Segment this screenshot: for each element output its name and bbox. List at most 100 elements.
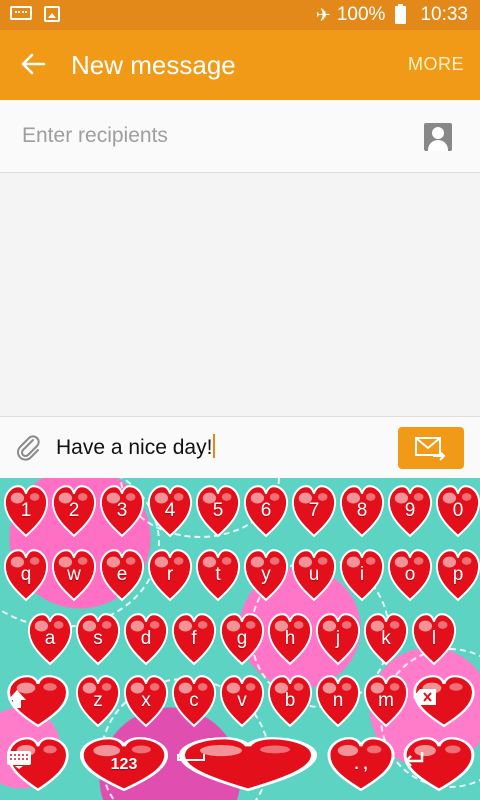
- airplane-mode-icon: ✈: [315, 4, 331, 25]
- key-label: z: [93, 690, 103, 711]
- key-label: k: [381, 628, 391, 649]
- key-label: 1: [20, 500, 32, 521]
- key-t[interactable]: t: [195, 548, 241, 602]
- key-label: 9: [404, 500, 416, 521]
- text-cursor: [213, 434, 216, 458]
- key-8[interactable]: 8: [339, 484, 385, 538]
- key-label: 7: [308, 500, 320, 521]
- key-9[interactable]: 9: [387, 484, 433, 538]
- space-key[interactable]: [176, 736, 320, 792]
- key-label: d: [140, 628, 152, 649]
- key-0[interactable]: 0: [435, 484, 480, 538]
- key-f[interactable]: f: [171, 612, 217, 666]
- key-4[interactable]: 4: [147, 484, 193, 538]
- key-label: h: [284, 628, 296, 649]
- back-arrow-icon[interactable]: [20, 51, 46, 77]
- key-label: 6: [260, 500, 272, 521]
- enter-key[interactable]: [402, 736, 476, 792]
- key-g[interactable]: g: [219, 612, 265, 666]
- key-b[interactable]: b: [267, 674, 313, 728]
- more-button[interactable]: MORE: [408, 54, 464, 75]
- key-label: 3: [116, 500, 128, 521]
- key-q[interactable]: q: [3, 548, 49, 602]
- key-label: f: [191, 628, 197, 649]
- key-6[interactable]: 6: [243, 484, 289, 538]
- keyboard-settings-key[interactable]: [6, 736, 70, 792]
- punctuation-key[interactable]: . ,: [326, 736, 396, 792]
- image-icon: [44, 6, 60, 22]
- key-1[interactable]: 1: [3, 484, 49, 538]
- shift-icon: [8, 690, 26, 708]
- key-label: . ,: [354, 756, 368, 773]
- backspace-icon: [413, 689, 436, 705]
- backspace-key[interactable]: [412, 674, 476, 728]
- key-e[interactable]: e: [99, 548, 145, 602]
- key-7[interactable]: 7: [291, 484, 337, 538]
- symbols-key[interactable]: 123: [78, 736, 170, 792]
- message-input[interactable]: Have a nice day!: [56, 434, 216, 460]
- key-label: 5: [212, 500, 224, 521]
- key-r[interactable]: r: [147, 548, 193, 602]
- key-n[interactable]: n: [315, 674, 361, 728]
- contact-picker-icon[interactable]: [424, 123, 452, 151]
- key-k[interactable]: k: [363, 612, 409, 666]
- send-icon: [415, 437, 446, 461]
- key-label: u: [308, 564, 320, 585]
- key-a[interactable]: a: [27, 612, 73, 666]
- key-d[interactable]: d: [123, 612, 169, 666]
- key-l[interactable]: l: [411, 612, 457, 666]
- key-label: t: [215, 564, 221, 585]
- key-p[interactable]: p: [435, 548, 480, 602]
- key-label: g: [236, 628, 248, 649]
- key-label: c: [189, 690, 199, 711]
- key-label: s: [93, 628, 103, 649]
- key-5[interactable]: 5: [195, 484, 241, 538]
- key-x[interactable]: x: [123, 674, 169, 728]
- heart-keyboard: 1 2 3 4 5 6 7 8 9 0 q w e r t y u i o p a s d f g h j k l z x c v b n m 123.…: [0, 478, 480, 800]
- message-text: Have a nice day!: [56, 436, 213, 459]
- send-button[interactable]: [398, 427, 464, 469]
- key-label: 123: [110, 756, 138, 773]
- key-label: a: [44, 628, 56, 649]
- key-label: y: [261, 564, 271, 585]
- key-z[interactable]: z: [75, 674, 121, 728]
- key-s[interactable]: s: [75, 612, 121, 666]
- key-label: 4: [164, 500, 176, 521]
- message-thread-area: [0, 174, 480, 416]
- key-h[interactable]: h: [267, 612, 313, 666]
- key-y[interactable]: y: [243, 548, 289, 602]
- status-bar: ✈ 100% 10:33: [0, 0, 480, 30]
- key-c[interactable]: c: [171, 674, 217, 728]
- key-label: m: [378, 690, 394, 711]
- key-label: q: [20, 564, 32, 585]
- key-label: i: [359, 564, 365, 585]
- key-label: n: [332, 690, 344, 711]
- key-j[interactable]: j: [315, 612, 361, 666]
- key-label: w: [67, 564, 81, 585]
- recipients-input[interactable]: Enter recipients: [22, 124, 168, 148]
- key-3[interactable]: 3: [99, 484, 145, 538]
- key-u[interactable]: u: [291, 548, 337, 602]
- shift-key[interactable]: [6, 674, 70, 728]
- key-label: e: [116, 564, 128, 585]
- key-v[interactable]: v: [219, 674, 265, 728]
- key-label: j: [335, 628, 341, 649]
- page-title: New message: [71, 50, 236, 80]
- recipients-bar: Enter recipients: [0, 100, 480, 173]
- attachment-icon[interactable]: [14, 433, 44, 463]
- key-i[interactable]: i: [339, 548, 385, 602]
- key-label: 0: [452, 500, 464, 521]
- key-label: p: [452, 564, 464, 585]
- key-label: 8: [356, 500, 368, 521]
- app-bar: New message MORE: [0, 30, 480, 100]
- clock: 10:33: [420, 4, 468, 25]
- battery-icon: [395, 4, 407, 24]
- key-o[interactable]: o: [387, 548, 433, 602]
- battery-percent: 100%: [336, 4, 386, 25]
- keyboard-icon: [10, 6, 32, 20]
- enter-icon: [404, 752, 424, 767]
- key-label: l: [431, 628, 437, 649]
- key-w[interactable]: w: [51, 548, 97, 602]
- key-m[interactable]: m: [363, 674, 409, 728]
- key-2[interactable]: 2: [51, 484, 97, 538]
